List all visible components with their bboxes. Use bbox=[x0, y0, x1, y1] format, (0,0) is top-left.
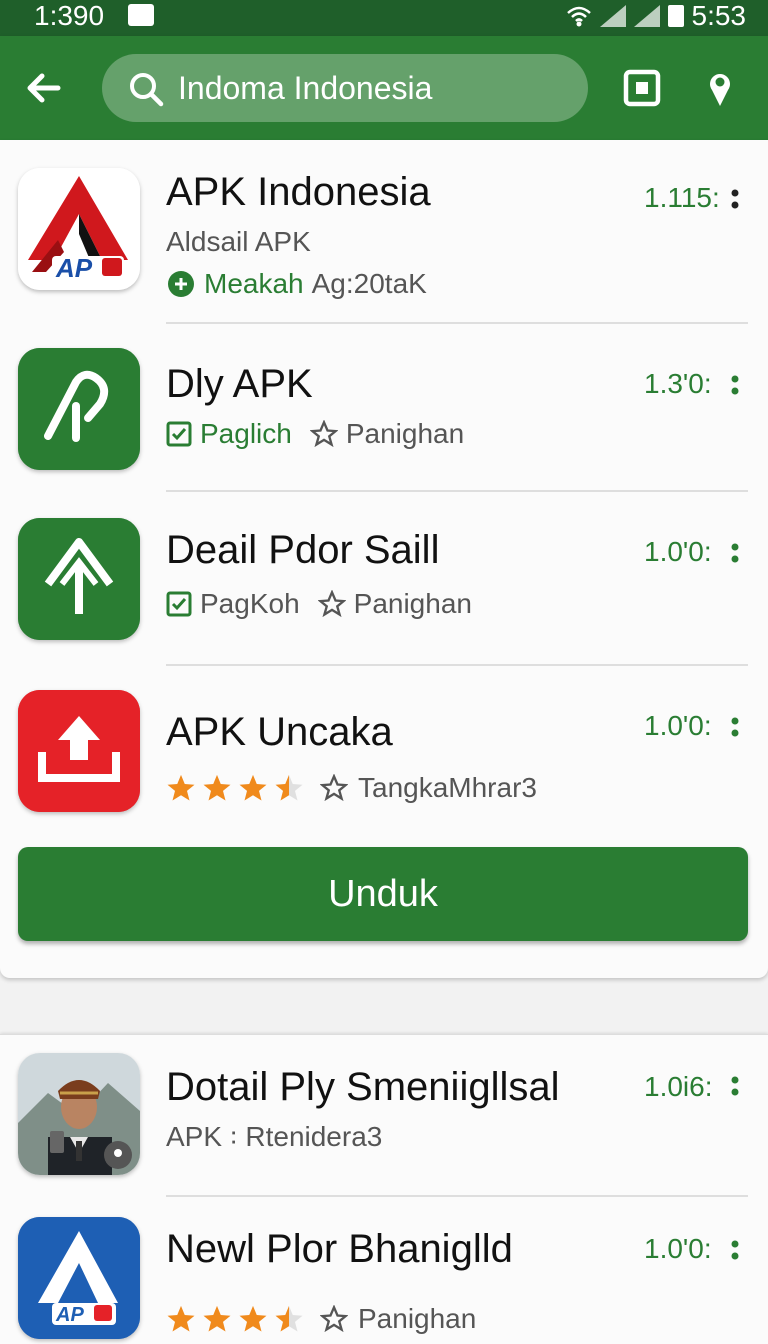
list-item[interactable]: Dotail Ply Smeniigllsal APK ꞉ Rtenidera3… bbox=[0, 1035, 768, 1195]
app-meta: Paglich Panighan bbox=[166, 418, 464, 450]
list-item[interactable]: AP Newl Plor Bhaniglld 1.0'0: Panighan bbox=[0, 1197, 768, 1344]
app-title: Newl Plor Bhaniglld bbox=[166, 1227, 513, 1271]
star-outline-icon bbox=[309, 420, 338, 448]
svg-text:AP: AP bbox=[55, 253, 93, 283]
checkbox-icon bbox=[166, 421, 192, 447]
more-vertical-icon[interactable] bbox=[730, 542, 740, 566]
apk-blue-logo-icon: AP bbox=[18, 1217, 140, 1339]
person-photo-icon bbox=[18, 1053, 140, 1175]
star-outline-icon bbox=[317, 590, 346, 618]
app-title: Deail Pdor Saill bbox=[166, 528, 440, 572]
apk-uncaka-logo-icon bbox=[18, 690, 140, 812]
star-filled-icon bbox=[167, 1305, 195, 1332]
search-box[interactable] bbox=[102, 54, 588, 122]
notification-icon bbox=[128, 4, 154, 26]
star-outline-icon bbox=[320, 1305, 348, 1333]
checkbox-icon bbox=[166, 591, 192, 617]
wifi-icon bbox=[566, 6, 591, 27]
search-icon bbox=[130, 73, 164, 107]
upload-arrow-logo-icon bbox=[18, 518, 140, 640]
status-icons: 5:53 bbox=[566, 0, 747, 32]
app-tag: Paglich bbox=[200, 418, 292, 449]
app-version: 1.0'0: bbox=[644, 1233, 712, 1264]
scan-square-icon[interactable] bbox=[622, 68, 662, 108]
app-list-card: AP APK Indonesia Aldsail APK Meakah Ag:2… bbox=[0, 140, 768, 978]
app-subtitle: APK ꞉ Rtenidera3 bbox=[166, 1121, 383, 1152]
more-vertical-icon[interactable] bbox=[730, 1075, 740, 1099]
apk-indonesia-logo-icon: AP bbox=[18, 168, 140, 290]
signal-icon-2 bbox=[633, 5, 660, 27]
app-version: 1.0'0: bbox=[644, 536, 712, 567]
arrow-left-icon[interactable] bbox=[22, 66, 66, 110]
signal-icon bbox=[599, 5, 626, 27]
app-tag: PagKoh bbox=[200, 588, 300, 619]
star-filled-icon bbox=[239, 774, 267, 801]
app-meta: PagKoh Panighan bbox=[166, 588, 472, 620]
list-item[interactable]: APK Uncaka 1.0'0: bbox=[0, 666, 768, 836]
more-vertical-icon[interactable] bbox=[730, 1239, 740, 1263]
app-tag-2: Panighan bbox=[358, 1303, 477, 1334]
app-title: Dly APK bbox=[166, 362, 313, 406]
download-button[interactable]: Unduk bbox=[18, 847, 748, 941]
app-title: APK Indonesia bbox=[166, 170, 431, 214]
app-rating-row: TangkaMhrar3 bbox=[166, 772, 537, 804]
app-badge: Meakah bbox=[204, 268, 304, 299]
app-subtitle: Aldsail APK bbox=[166, 226, 311, 257]
app-badge-extra: Ag:20taK bbox=[311, 268, 427, 299]
rating-stars bbox=[166, 773, 304, 803]
app-tag-2: TangkaMhrar3 bbox=[358, 772, 537, 803]
rating-stars bbox=[166, 1304, 304, 1334]
star-filled-icon bbox=[167, 774, 195, 801]
search-input[interactable] bbox=[178, 66, 568, 110]
app-meta: Meakah Ag:20taK bbox=[166, 268, 427, 300]
list-item[interactable]: Dly APK 1.3'0: bbox=[0, 324, 768, 492]
list-item[interactable]: AP APK Indonesia Aldsail APK Meakah Ag:2… bbox=[0, 140, 768, 324]
app-version: 1.0i6: bbox=[644, 1071, 713, 1102]
more-vertical-icon[interactable] bbox=[730, 374, 740, 398]
star-filled-icon bbox=[203, 774, 231, 801]
star-half-icon bbox=[275, 1305, 303, 1332]
battery-icon bbox=[667, 5, 684, 27]
star-filled-icon bbox=[203, 1305, 231, 1332]
location-pin-icon[interactable] bbox=[700, 68, 740, 108]
app-version: 1.3'0: bbox=[644, 368, 712, 399]
app-bar bbox=[0, 36, 768, 140]
star-outline-icon bbox=[320, 774, 348, 802]
star-filled-icon bbox=[239, 1305, 267, 1332]
more-vertical-icon[interactable] bbox=[730, 188, 740, 212]
status-time-left: 1:390 bbox=[34, 0, 105, 31]
app-version: 1.115: bbox=[644, 182, 720, 213]
status-bar: 1:390 5:53 bbox=[0, 0, 768, 36]
app-tag-2: Panighan bbox=[345, 418, 465, 449]
app-list-card-2: Dotail Ply Smeniigllsal APK ꞉ Rtenidera3… bbox=[0, 1034, 768, 1344]
app-tag-2: Panighan bbox=[353, 588, 472, 619]
app-version: 1.0'0: bbox=[644, 710, 712, 741]
list-item[interactable]: Deail Pdor Saill 1.0'0: bbox=[0, 492, 768, 664]
svg-text:AP: AP bbox=[55, 1304, 84, 1326]
more-vertical-icon[interactable] bbox=[730, 716, 740, 740]
app-title: Dotail Ply Smeniigllsal bbox=[166, 1065, 560, 1109]
app-title: APK Uncaka bbox=[166, 710, 393, 754]
dly-apk-logo-icon bbox=[18, 348, 140, 470]
star-half-icon bbox=[275, 774, 303, 801]
plus-circle-icon bbox=[168, 271, 194, 297]
app-rating-row: Panighan bbox=[166, 1303, 476, 1335]
status-time-right: 5:53 bbox=[691, 0, 747, 31]
